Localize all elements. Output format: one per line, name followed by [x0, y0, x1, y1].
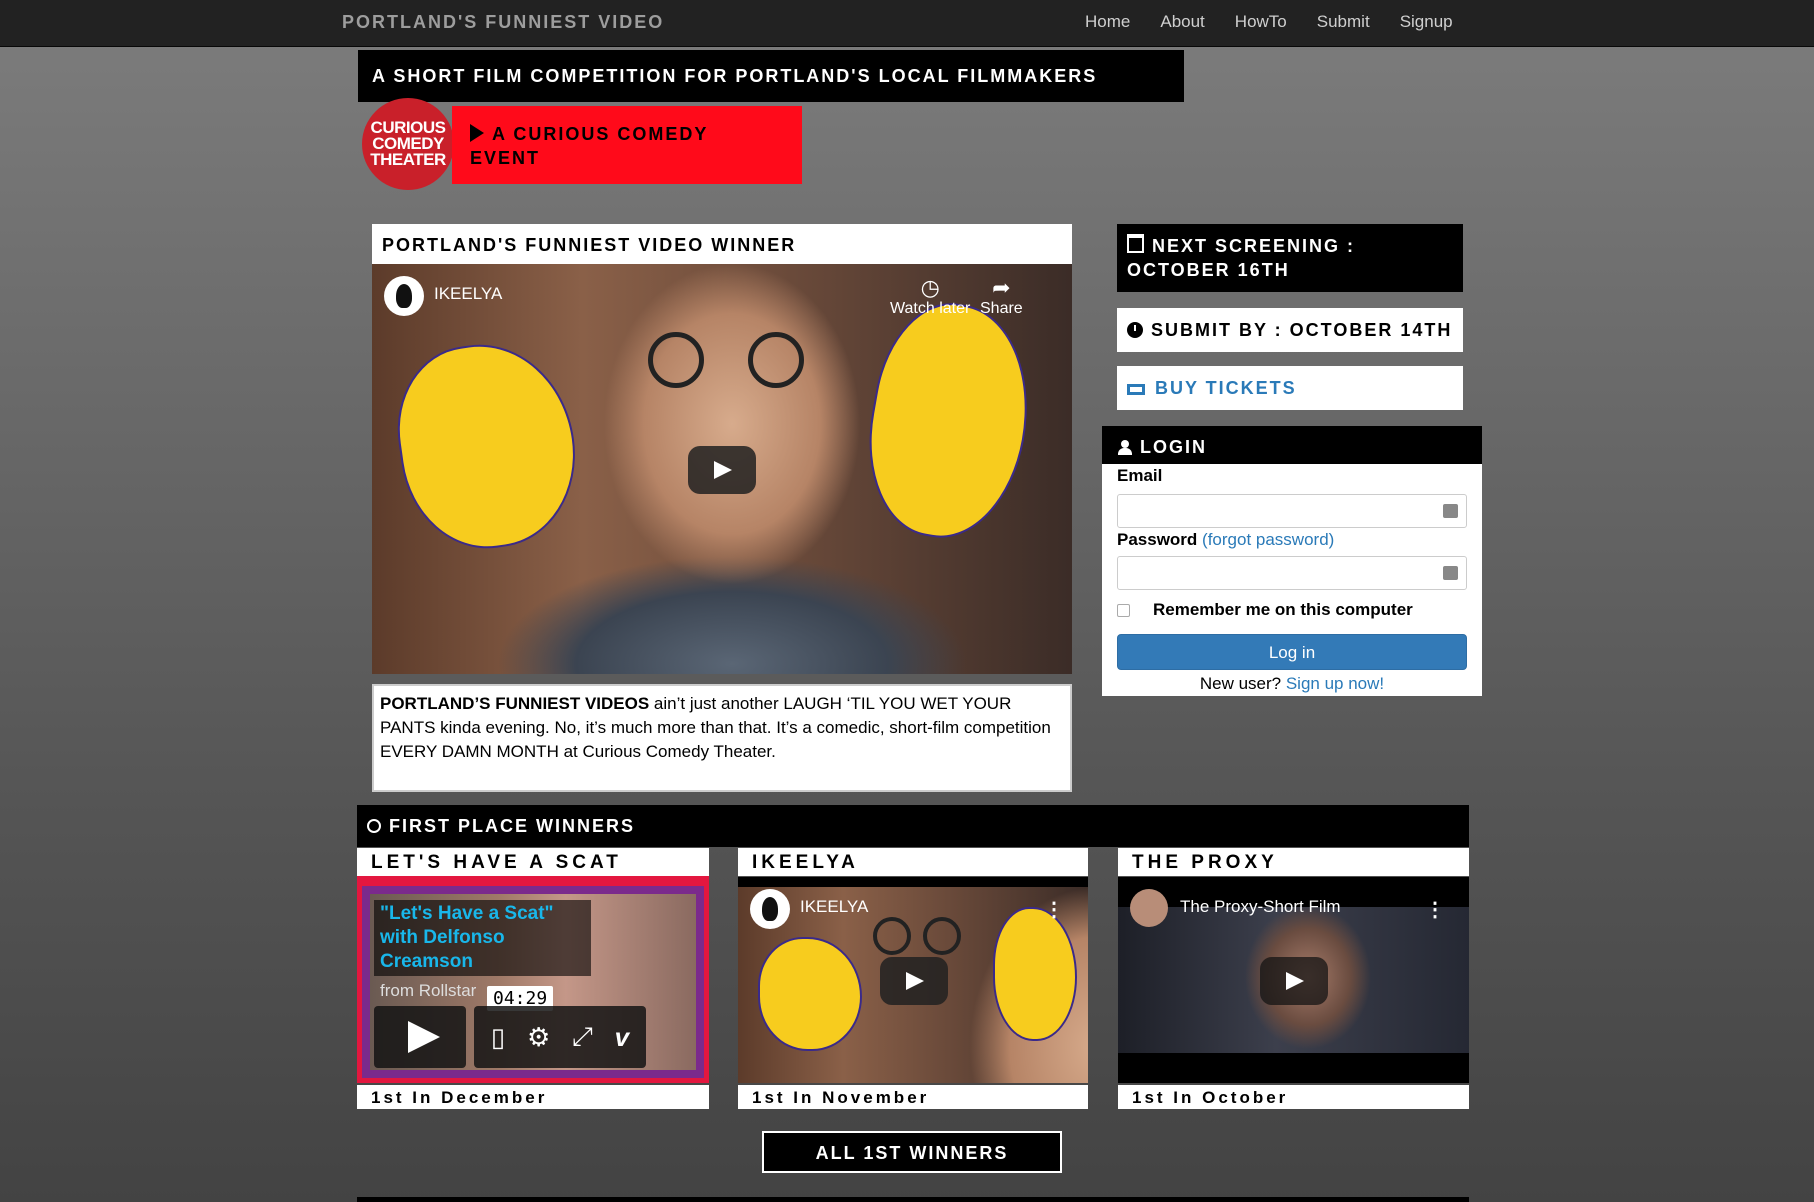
channel-name[interactable]: The Proxy-Short Film [1180, 897, 1341, 917]
email-field[interactable] [1117, 494, 1467, 528]
new-user-text: New user? [1199, 674, 1282, 693]
password-label: Password (forgot password) [1117, 530, 1334, 550]
play-button[interactable] [880, 957, 948, 1005]
description-bold: PORTLAND’S FUNNIEST VIDEOS [380, 694, 650, 713]
nav-signup[interactable]: Signup [1385, 0, 1468, 44]
channel-avatar[interactable] [1130, 889, 1168, 927]
brand-link[interactable]: PORTLAND'S FUNNIEST VIDEO [342, 0, 664, 44]
vimeo-logo-icon[interactable]: v [615, 1022, 629, 1053]
login-heading: LOGIN [1102, 426, 1482, 464]
password-label-text: Password [1117, 530, 1198, 549]
card-footer: 1st In October [1118, 1085, 1469, 1109]
vimeo-from-label[interactable]: from Rollstar [380, 981, 476, 1001]
description-box: PORTLAND’S FUNNIEST VIDEOS ain’t just an… [372, 684, 1072, 792]
login-form: Email Password (forgot password) Remembe… [1102, 464, 1482, 696]
new-user-row: New user? Sign up now! [1102, 674, 1482, 694]
remember-checkbox[interactable] [1117, 604, 1130, 617]
bottom-divider [357, 1197, 1469, 1202]
play-button[interactable] [374, 1006, 466, 1068]
buy-tickets-button[interactable]: BUY TICKETS [1117, 366, 1463, 410]
nav-home[interactable]: Home [1070, 0, 1145, 44]
glasses-right [923, 917, 961, 955]
channel-name[interactable]: IKEELYA [434, 284, 502, 304]
play-button[interactable] [688, 446, 756, 494]
channel-name[interactable]: IKEELYA [800, 897, 868, 917]
event-badge[interactable]: A CURIOUS COMEDY EVENT [452, 106, 802, 184]
next-screening-box: NEXT SCREENING : OCTOBER 16TH [1117, 224, 1463, 292]
cartoon-right [993, 907, 1077, 1041]
youtube-player[interactable]: IKEELYA ⋮ [738, 877, 1088, 1083]
login-button[interactable]: Log in [1117, 634, 1467, 670]
winners-heading: FIRST PLACE WINNERS [357, 805, 1469, 847]
glasses-left [873, 917, 911, 955]
channel-avatar[interactable] [750, 889, 790, 929]
password-field[interactable] [1117, 556, 1467, 590]
winner-heading: PORTLAND'S FUNNIEST VIDEO WINNER [372, 224, 1072, 264]
more-options-icon[interactable]: ⋮ [1044, 897, 1064, 922]
share-icon: ➦ [992, 275, 1011, 300]
signup-link[interactable]: Sign up now! [1286, 674, 1384, 693]
buy-tickets-label: BUY TICKETS [1155, 378, 1297, 398]
channel-avatar[interactable] [384, 276, 424, 316]
watch-later-button[interactable]: ◷ Watch later [890, 276, 970, 318]
play-icon [470, 124, 484, 142]
vimeo-video-title[interactable]: "Let's Have a Scat" with Delfonso Creams… [374, 900, 591, 976]
nav-submit[interactable]: Submit [1302, 0, 1385, 44]
tagline-banner: A SHORT FILM COMPETITION FOR PORTLAND'S … [358, 50, 1184, 102]
submit-by-label: SUBMIT BY : OCTOBER 14TH [1151, 320, 1453, 340]
email-label: Email [1117, 466, 1163, 485]
share-button[interactable]: ➦ Share [980, 276, 1023, 318]
next-screening-label: NEXT SCREENING : OCTOBER 16TH [1127, 236, 1356, 280]
curious-comedy-logo[interactable]: CURIOUS COMEDY THEATER [362, 98, 454, 190]
winner-video-player[interactable]: IKEELYA ◷ Watch later ➦ Share [372, 264, 1072, 674]
card-footer: 1st In November [738, 1085, 1088, 1109]
autofill-key-icon[interactable] [1443, 566, 1458, 580]
nav-links: Home About HowTo Submit Signup [1070, 0, 1468, 44]
volume-icon[interactable]: ▯ [491, 1022, 505, 1053]
vimeo-controls: ▯ ⚙ ⤢ v [474, 1006, 646, 1068]
vimeo-player[interactable]: "Let's Have a Scat" with Delfonso Creams… [357, 881, 709, 1083]
user-icon [1118, 440, 1132, 455]
submit-by-box: SUBMIT BY : OCTOBER 14TH [1117, 308, 1463, 352]
clock-icon [1127, 322, 1143, 338]
glasses-left [648, 332, 704, 388]
cartoon-left [758, 937, 862, 1051]
ticket-icon [1127, 384, 1145, 395]
fullscreen-icon[interactable]: ⤢ [572, 1021, 593, 1053]
more-options-icon[interactable]: ⋮ [1425, 897, 1445, 922]
gear-icon[interactable]: ⚙ [527, 1022, 550, 1053]
forgot-password-link[interactable]: (forgot password) [1202, 530, 1334, 549]
remember-label[interactable]: Remember me on this computer [1153, 600, 1413, 620]
youtube-player[interactable]: The Proxy-Short Film ⋮ [1118, 877, 1469, 1083]
share-label: Share [980, 300, 1023, 317]
award-icon [367, 819, 381, 833]
nav-about[interactable]: About [1145, 0, 1219, 44]
clock-icon: ◷ [920, 275, 940, 300]
all-winners-button[interactable]: ALL 1ST WINNERS [762, 1131, 1062, 1173]
logo-line: THEATER [370, 150, 446, 169]
card-title[interactable]: IKEELYA [738, 848, 1088, 876]
calendar-icon [1127, 234, 1144, 253]
card-title[interactable]: THE PROXY [1118, 848, 1469, 876]
play-button[interactable] [1260, 957, 1328, 1005]
card-footer: 1st In December [357, 1085, 709, 1109]
event-badge-label: A CURIOUS COMEDY EVENT [470, 124, 709, 168]
glasses-right [748, 332, 804, 388]
winners-heading-label: FIRST PLACE WINNERS [389, 816, 636, 836]
card-title[interactable]: LET'S HAVE A SCAT [357, 848, 709, 876]
login-heading-label: LOGIN [1140, 437, 1207, 457]
nav-howto[interactable]: HowTo [1220, 0, 1302, 44]
autofill-key-icon[interactable] [1443, 504, 1458, 518]
top-navbar [0, 0, 1814, 47]
watch-later-label: Watch later [890, 300, 971, 317]
